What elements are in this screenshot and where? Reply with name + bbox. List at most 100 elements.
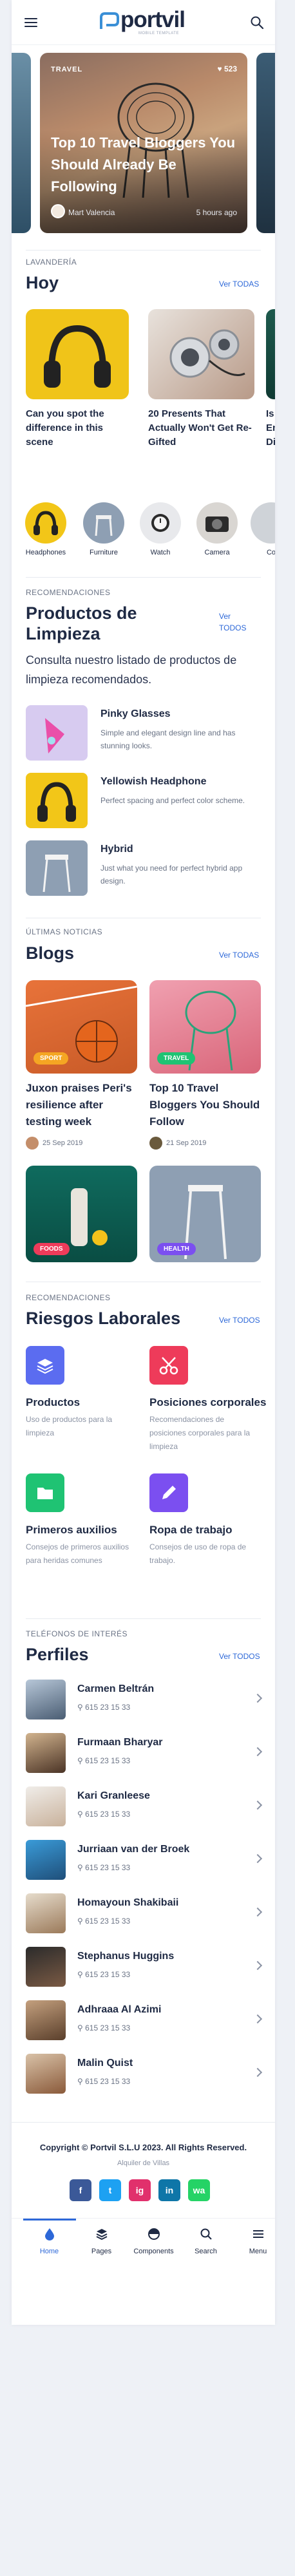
blog-tag: HEALTH bbox=[157, 1243, 196, 1255]
product-description: Perfect spacing and perfect color scheme… bbox=[100, 796, 245, 805]
headphones-image bbox=[44, 325, 111, 388]
today-card-caption[interactable]: Is O Ene Dise bbox=[266, 407, 275, 450]
blog-date: 25 Sep 2019 bbox=[43, 1139, 83, 1147]
nav-components[interactable]: Components bbox=[128, 2225, 180, 2260]
today-card-image[interactable] bbox=[266, 309, 275, 399]
profile-phone-number: 615 23 15 33 bbox=[85, 1703, 131, 1712]
blogs-see-all-link[interactable]: Ver TODAS bbox=[219, 951, 259, 960]
profile-row[interactable]: Malin Quist ⚲ 615 23 15 33 bbox=[26, 2049, 263, 2094]
footer-copyright: Copyright © Portvil S.L.U 2023. All Righ… bbox=[39, 2143, 247, 2152]
profile-row[interactable]: Furmaan Bharyar ⚲ 615 23 15 33 bbox=[26, 1728, 263, 1773]
twitter-icon[interactable]: t bbox=[99, 2179, 121, 2201]
category-more-icon bbox=[251, 502, 275, 544]
blog-title[interactable]: Juxon praises Peri's resilience after te… bbox=[26, 1080, 137, 1130]
layers-icon[interactable] bbox=[26, 1346, 64, 1385]
profile-avatar bbox=[26, 1733, 66, 1773]
risks-section-title: Riesgos Laborales bbox=[26, 1309, 181, 1328]
facebook-icon[interactable]: f bbox=[70, 2179, 91, 2201]
pencil-icon[interactable] bbox=[149, 1473, 188, 1512]
footer-subtitle[interactable]: Alquiler de Villas bbox=[12, 2159, 275, 2167]
location-pin-icon: ⚲ bbox=[77, 1756, 86, 1765]
blog-title[interactable]: Top 10 Travel Bloggers You Should Follow bbox=[149, 1080, 261, 1130]
profile-row[interactable]: Kari Granleese ⚲ 615 23 15 33 bbox=[26, 1781, 263, 1826]
category-headphones[interactable]: Headphones bbox=[24, 502, 67, 560]
profiles-see-all-link[interactable]: Ver TODOS bbox=[219, 1652, 260, 1661]
location-pin-icon: ⚲ bbox=[77, 1810, 86, 1819]
profile-phone: ⚲ 615 23 15 33 bbox=[77, 2023, 130, 2032]
pink-glasses-image bbox=[45, 718, 64, 753]
nav-label: Search bbox=[195, 2248, 217, 2255]
search-icon[interactable] bbox=[250, 15, 264, 30]
nav-home[interactable]: Home bbox=[23, 2225, 75, 2260]
blog-tag: TRAVEL bbox=[157, 1052, 196, 1065]
profile-row[interactable]: Stephanus Huggins ⚲ 615 23 15 33 bbox=[26, 1942, 263, 1987]
profile-name: Stephanus Huggins bbox=[77, 1951, 175, 1962]
profile-phone-number: 615 23 15 33 bbox=[85, 2023, 131, 2032]
hero-likes[interactable]: ♥ 523 bbox=[218, 64, 238, 73]
risk-title[interactable]: Posiciones corporales bbox=[149, 1396, 266, 1409]
profile-phone-number: 615 23 15 33 bbox=[85, 1917, 131, 1926]
hero-next-slide[interactable] bbox=[256, 53, 275, 233]
product-image[interactable] bbox=[26, 840, 88, 896]
chevron-right-icon bbox=[252, 1747, 263, 1757]
blog-card-image[interactable]: TRAVEL bbox=[149, 980, 261, 1074]
nav-menu[interactable]: Menu bbox=[232, 2225, 275, 2260]
product-image[interactable] bbox=[26, 773, 88, 828]
today-card-image[interactable] bbox=[148, 309, 254, 399]
profile-phone-number: 615 23 15 33 bbox=[85, 1863, 131, 1872]
nav-search[interactable]: Search bbox=[180, 2225, 232, 2260]
page-container: portvil MOBILE TEMPLATE TRAVEL ♥ 523 Top… bbox=[12, 0, 275, 2325]
folder-icon[interactable] bbox=[26, 1473, 64, 1512]
product-name[interactable]: Hybrid bbox=[100, 844, 133, 855]
nav-label: Home bbox=[39, 2248, 59, 2255]
location-pin-icon: ⚲ bbox=[77, 1863, 86, 1872]
profile-row[interactable]: Jurriaan van der Broek ⚲ 615 23 15 33 bbox=[26, 1835, 263, 1880]
blogs-section-title: Blogs bbox=[26, 943, 75, 963]
product-image[interactable] bbox=[26, 705, 88, 761]
nav-label: Pages bbox=[91, 2248, 112, 2255]
category-watch[interactable]: Watch bbox=[139, 502, 182, 560]
product-name[interactable]: Yellowish Headphone bbox=[100, 776, 206, 788]
today-card-image[interactable] bbox=[26, 309, 129, 399]
linkedin-icon[interactable]: in bbox=[158, 2179, 180, 2201]
instagram-icon[interactable]: ig bbox=[129, 2179, 151, 2201]
whatsapp-icon[interactable]: wa bbox=[188, 2179, 210, 2201]
products-see-all-link[interactable]: Ver TODOS bbox=[219, 611, 251, 634]
blog-author-avatar bbox=[149, 1137, 162, 1150]
profile-phone: ⚲ 615 23 15 33 bbox=[77, 1863, 130, 1872]
blog-card-image[interactable]: SPORT bbox=[26, 980, 137, 1074]
hero-author-avatar bbox=[51, 204, 65, 218]
risks-see-all-link[interactable]: Ver TODOS bbox=[219, 1316, 260, 1325]
category-more[interactable]: Co bbox=[250, 502, 275, 560]
hamburger-menu-icon[interactable] bbox=[24, 18, 37, 27]
risk-title[interactable]: Ropa de trabajo bbox=[149, 1524, 232, 1537]
app-logo[interactable]: portvil MOBILE TEMPLATE bbox=[99, 7, 195, 35]
profile-name: Furmaan Bharyar bbox=[77, 1737, 163, 1748]
category-camera[interactable]: Camera bbox=[196, 502, 238, 560]
profile-phone: ⚲ 615 23 15 33 bbox=[77, 1917, 130, 1926]
profile-row[interactable]: Homayoun Shakibaii ⚲ 615 23 15 33 bbox=[26, 1888, 263, 1933]
nav-pages[interactable]: Pages bbox=[75, 2225, 128, 2260]
product-name[interactable]: Pinky Glasses bbox=[100, 708, 171, 720]
hero-author[interactable]: Mart Valencia bbox=[68, 208, 115, 217]
hero-card[interactable]: TRAVEL ♥ 523 Top 10 Travel Bloggers You … bbox=[40, 53, 247, 233]
section-divider bbox=[26, 1618, 261, 1619]
today-card-caption[interactable]: 20 Presents That Actually Won't Get Re-G… bbox=[148, 407, 254, 450]
profile-name: Homayoun Shakibaii bbox=[77, 1897, 179, 1908]
hero-prev-slide[interactable] bbox=[12, 53, 31, 233]
today-card-caption[interactable]: Can you spot the difference in this scen… bbox=[26, 407, 129, 450]
profile-phone-number: 615 23 15 33 bbox=[85, 2077, 131, 2086]
profile-row[interactable]: Carmen Beltrán ⚲ 615 23 15 33 bbox=[26, 1674, 263, 1719]
risk-title[interactable]: Productos bbox=[26, 1396, 80, 1409]
blog-card-image[interactable]: FOODS bbox=[26, 1166, 137, 1262]
risk-title[interactable]: Primeros auxilios bbox=[26, 1524, 117, 1537]
heart-icon: ♥ bbox=[217, 64, 224, 73]
scissors-icon[interactable] bbox=[149, 1346, 188, 1385]
today-see-all-link[interactable]: Ver TODAS bbox=[219, 279, 259, 289]
blog-tag: FOODS bbox=[33, 1243, 70, 1255]
hero-title[interactable]: Top 10 Travel Bloggers You Should Alread… bbox=[51, 132, 238, 198]
blog-card-image[interactable]: HEALTH bbox=[149, 1166, 261, 1262]
product-description: Just what you need for perfect hybrid ap… bbox=[100, 864, 243, 886]
profile-row[interactable]: Adhraaa Al Azimi ⚲ 615 23 15 33 bbox=[26, 1995, 263, 2040]
category-furniture[interactable]: Furniture bbox=[82, 502, 125, 560]
